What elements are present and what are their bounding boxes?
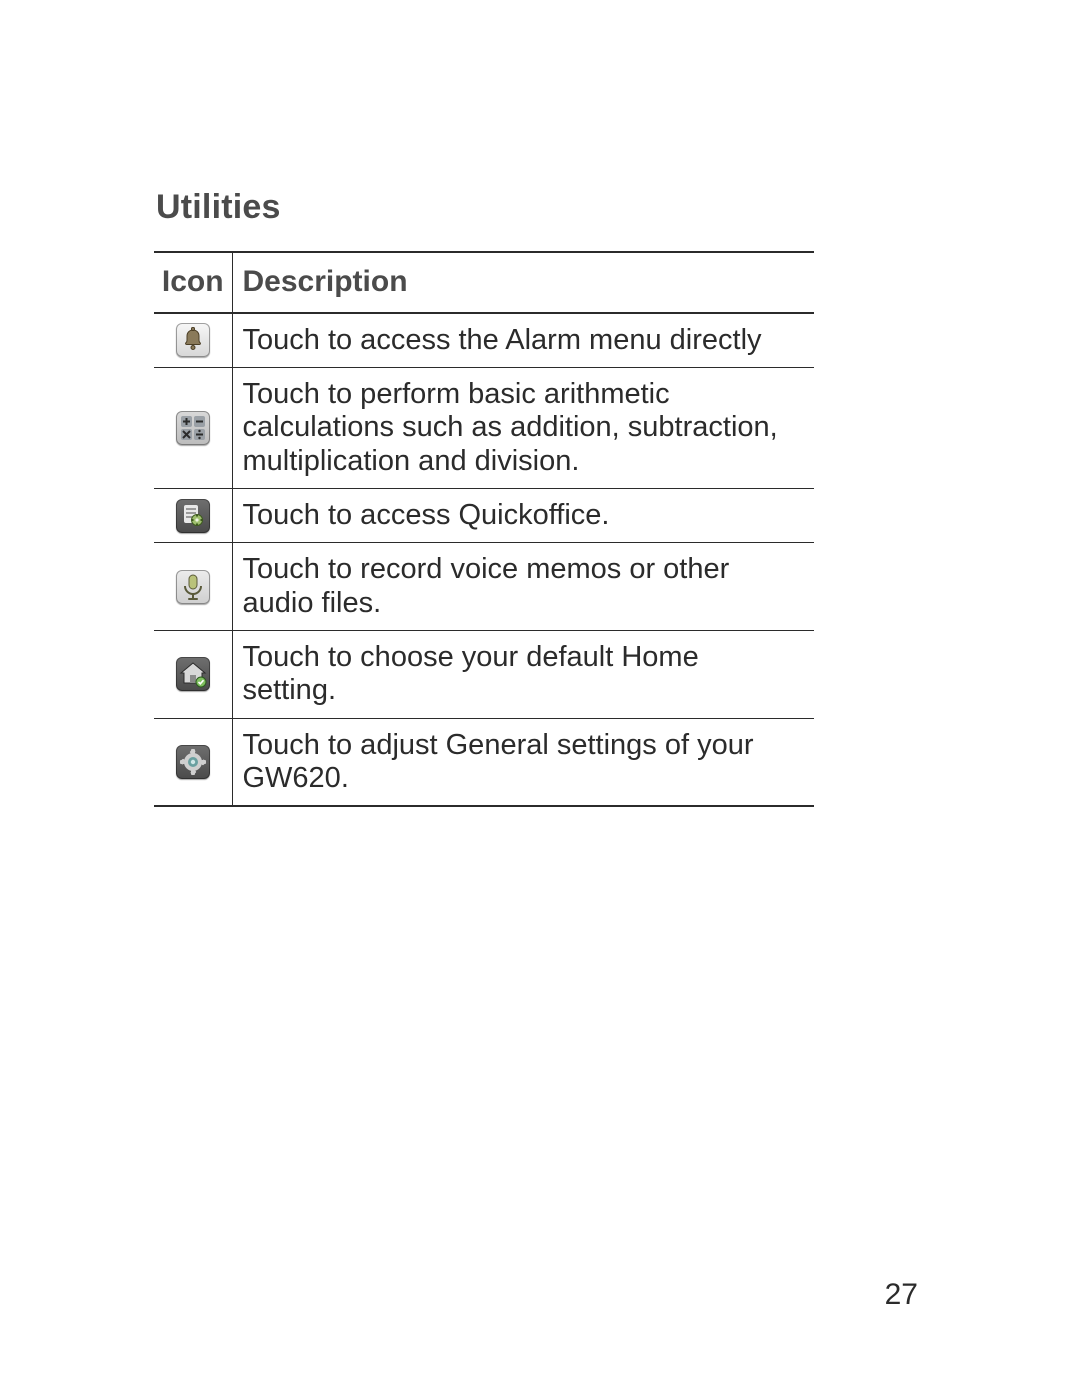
utilities-table: Icon Description Touch to access the Ala… (154, 251, 814, 807)
icon-cell (154, 367, 232, 488)
calculator-icon (176, 411, 210, 445)
table-row: Touch to perform basic arithmetic calcul… (154, 367, 814, 488)
description-cell: Touch to perform basic arithmetic calcul… (232, 367, 814, 488)
description-cell: Touch to adjust General settings of your… (232, 718, 814, 806)
table-row: Touch to record voice memos or other aud… (154, 543, 814, 631)
voice-memo-icon (176, 570, 210, 604)
description-cell: Touch to record voice memos or other aud… (232, 543, 814, 631)
description-cell: Touch to access the Alarm menu directly (232, 313, 814, 368)
table-header-description: Description (232, 252, 814, 313)
home-default-icon (176, 657, 210, 691)
description-cell: Touch to choose your default Home settin… (232, 630, 814, 718)
table-row: Touch to choose your default Home settin… (154, 630, 814, 718)
description-cell: Touch to access Quickoffice. (232, 488, 814, 542)
table-row: Touch to access the Alarm menu directly (154, 313, 814, 368)
alarm-icon (176, 323, 210, 357)
icon-cell (154, 543, 232, 631)
icon-cell (154, 630, 232, 718)
icon-cell (154, 718, 232, 806)
manual-page: Utilities Icon Description Touch to acc (0, 0, 1080, 1388)
table-header-icon: Icon (154, 252, 232, 313)
settings-icon (176, 745, 210, 779)
icon-cell (154, 488, 232, 542)
table-row: Touch to adjust General settings of your… (154, 718, 814, 806)
table-row: Touch to access Quickoffice. (154, 488, 814, 542)
table-header-row: Icon Description (154, 252, 814, 313)
icon-cell (154, 313, 232, 368)
quickoffice-icon (176, 499, 210, 533)
page-number: 27 (885, 1278, 918, 1312)
section-title-utilities: Utilities (156, 188, 926, 227)
